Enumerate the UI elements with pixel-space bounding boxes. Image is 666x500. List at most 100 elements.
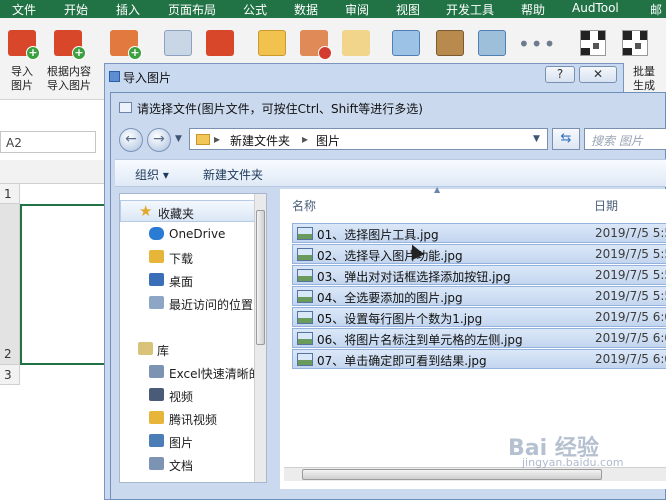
refresh-icon[interactable]: ⇆ [552,128,580,150]
tab-help[interactable]: 帮助 [521,1,545,18]
watermark-url: jingyan.baidu.com [522,456,624,469]
file-name: 06、将图片名标注到单元格的左侧.jpg [317,333,523,347]
tab-formulas[interactable]: 公式 [243,1,267,18]
nav-item-documents[interactable]: 文档 [120,453,255,475]
nav-scrollbar[interactable] [254,194,266,482]
picture-edit-icon[interactable] [342,30,370,56]
address-dropdown-icon[interactable]: ▼ [533,134,540,144]
landscape-picture-icon[interactable] [436,30,464,56]
picture-download-icon[interactable] [206,30,234,56]
file-row[interactable]: 03、弹出对对话框选择添加按钮.jpg 2019/7/5 5:5 [292,265,666,285]
selected-cell[interactable] [20,204,110,365]
breadcrumb-folder[interactable]: 新建文件夹 [230,132,290,149]
file-row[interactable]: 01、选择图片工具.jpg 2019/7/5 5:5 [292,223,666,243]
nav-item-desktop[interactable]: 桌面 [120,269,255,291]
nav-scroll-thumb[interactable] [256,210,265,345]
nav-item-recent[interactable]: 最近访问的位置 [120,292,255,314]
folder-picture-icon[interactable] [258,30,286,56]
file-date: 2019/7/5 5:5 [595,289,666,303]
link-picture-icon[interactable] [164,30,192,56]
column-header-date[interactable]: 日期 [594,197,618,214]
import-by-content-label: 根据内容 导入图片 [47,65,91,92]
file-row[interactable]: 04、全选要添加的图片.jpg 2019/7/5 5:5 [292,286,666,306]
nav-item-onedrive[interactable]: OneDrive [120,223,255,245]
picture-frame-icon[interactable] [392,30,420,56]
video-library-icon [149,388,164,401]
image-file-icon [297,353,313,366]
nav-item-excel[interactable]: Excel快速清晰的 [120,361,261,383]
file-name: 04、全选要添加的图片.jpg [317,291,463,305]
forward-arrow-icon[interactable]: → [147,128,171,152]
file-name: 02、选择导入图片功能.jpg [317,249,463,263]
file-list[interactable]: ▲ 名称 日期 01、选择图片工具.jpg 2019/7/5 5:5 02、选择… [280,185,666,489]
nav-label: 桌面 [169,275,194,289]
tab-home[interactable]: 开始 [64,1,88,18]
file-row[interactable]: 02、选择导入图片功能.jpg 2019/7/5 5:5 [292,244,666,264]
nav-item-videos[interactable]: 视频 [120,384,255,406]
nav-label: 视频 [169,390,194,404]
image-file-icon [297,269,313,282]
batch-generate-label: 批量 生成 [633,65,655,92]
file-row[interactable]: 07、单击确定即可看到结果.jpg 2019/7/5 6:0 [292,349,666,369]
row-number-3[interactable]: 3 [0,365,20,385]
qrcode-icon[interactable] [580,30,606,56]
file-list-scroll-thumb[interactable] [302,469,602,480]
close-button[interactable]: ✕ [579,66,617,83]
breadcrumb-pictures[interactable]: 图片 [316,132,340,149]
more-icon[interactable]: ••• [518,32,556,56]
row-number-2[interactable]: 2 [0,204,20,365]
name-box[interactable]: A2 [0,131,96,153]
import-picture-icon: + [8,30,40,60]
help-button[interactable]: ? [545,66,575,83]
pictures-library-icon [149,434,164,447]
nav-label: OneDrive [169,227,226,241]
image-file-icon [297,332,313,345]
search-input[interactable]: 搜索 图片 [584,128,666,150]
nav-label: Excel快速清晰的 [169,367,261,381]
nav-item-favorites[interactable]: ★ 收藏夹 [120,200,255,222]
nav-item-library[interactable]: 库 [120,338,255,360]
file-list-scrollbar[interactable] [284,467,666,481]
history-dropdown-icon[interactable]: ▼ [175,134,182,144]
organize-button[interactable]: 组织 ▾ [135,166,169,183]
file-date: 2019/7/5 5:5 [595,268,666,282]
picture-remove-icon[interactable] [300,30,332,60]
picture-add-icon[interactable]: + [110,30,142,60]
dialog-window-icon [119,102,132,113]
tab-view[interactable]: 视图 [396,1,420,18]
tab-file[interactable]: 文件 [12,1,36,18]
file-name: 05、设置每行图片个数为1.jpg [317,312,483,326]
sort-arrow-icon: ▲ [434,185,441,194]
tab-page-layout[interactable]: 页面布局 [168,1,216,18]
picture-grid-icon[interactable] [478,30,506,56]
nav-label: 最近访问的位置 [169,298,254,312]
new-folder-button[interactable]: 新建文件夹 [203,166,263,183]
file-row[interactable]: 05、设置每行图片个数为1.jpg 2019/7/5 6:0 [292,307,666,327]
column-header-name[interactable]: 名称 [292,197,316,214]
back-arrow-icon[interactable]: ← [119,128,143,152]
qrcode-batch-icon[interactable] [622,30,648,56]
tab-developer[interactable]: 开发工具 [446,1,494,18]
dialog-toolbar: 组织 ▾ 新建文件夹 [115,159,666,187]
column-header [0,160,110,184]
nav-label: 下载 [169,252,194,266]
nav-label: 图片 [169,436,194,450]
nav-label-library: 库 [157,344,170,358]
nav-item-tencent-video[interactable]: 腾讯视频 [120,407,255,429]
tab-insert[interactable]: 插入 [116,1,140,18]
star-icon: ★ [139,202,153,220]
address-bar[interactable]: ▸ 新建文件夹 ▸ 图片 ▼ [189,128,548,150]
nav-item-downloads[interactable]: 下载 [120,246,255,268]
nav-item-pictures[interactable]: 图片 [120,430,255,452]
navigation-pane[interactable]: ★ 收藏夹 OneDrive 下载 桌面 最近访问的位置 库 Excel快速清晰… [119,193,267,483]
tab-data[interactable]: 数据 [294,1,318,18]
file-row[interactable]: 06、将图片名标注到单元格的左侧.jpg 2019/7/5 6:0 [292,328,666,348]
document-icon [149,365,164,378]
tab-review[interactable]: 审阅 [345,1,369,18]
nav-label-favorites: 收藏夹 [158,207,195,221]
tencent-video-folder-icon [149,411,164,424]
row-number-1[interactable]: 1 [0,184,20,204]
nav-label: 腾讯视频 [169,413,218,427]
tab-audtool[interactable]: AudTool [572,1,619,15]
breadcrumb-separator-icon: ▸ [214,132,221,146]
